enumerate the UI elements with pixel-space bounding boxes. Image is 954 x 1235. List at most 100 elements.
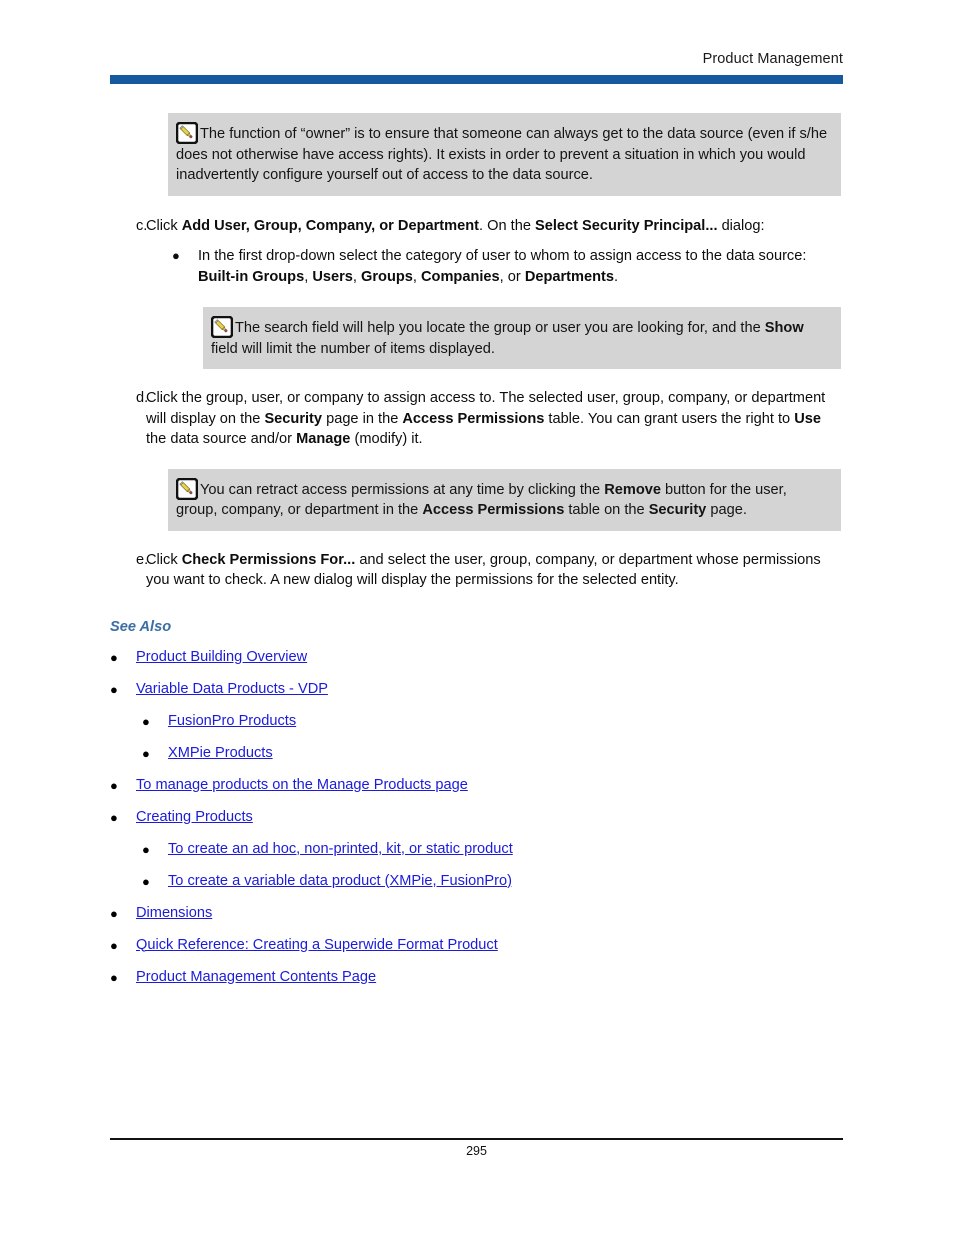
see-also-item[interactable]: ● Variable Data Products - VDP [110, 679, 843, 700]
see-also-item[interactable]: ● To create an ad hoc, non-printed, kit, … [142, 839, 843, 860]
page-number: 295 [466, 1143, 487, 1158]
see-also-link-wrapper: Creating Products [136, 807, 253, 827]
bullet-dot-icon: ● [110, 649, 118, 665]
bullet-dot-icon: ● [142, 841, 150, 857]
see-also-link[interactable]: To manage products on the Manage Product… [136, 777, 468, 793]
see-also-item[interactable]: ● Product Building Overview [110, 647, 843, 668]
see-also-link-wrapper: Quick Reference: Creating a Superwide Fo… [136, 935, 498, 955]
bullet-dot-icon: ● [110, 681, 118, 697]
procedure-bullet: ● In the first drop-down select the cate… [172, 246, 843, 287]
bullet-dot-icon: ● [142, 873, 150, 889]
body-text: table. You can grant users the right to [544, 410, 795, 427]
see-also-item[interactable]: ● Product Management Contents Page [110, 967, 843, 988]
body-text: dialog: [717, 217, 765, 234]
see-also-link[interactable]: Creating Products [136, 809, 253, 825]
body-text: Click [146, 551, 182, 568]
step-item-e: e. Click Check Permissions For... and se… [110, 550, 843, 591]
body-text: . On the [479, 217, 535, 234]
see-also-item[interactable]: ● To manage products on the Manage Produc… [110, 775, 843, 796]
body-text: The search field will help you locate th… [235, 320, 765, 336]
see-also-item[interactable]: ● Quick Reference: Creating a Superwide F… [110, 935, 843, 956]
emphasis-text: Users [312, 268, 353, 285]
body-text: page. [706, 502, 747, 518]
header-blue-rule [110, 75, 843, 84]
bullet-dot-icon: ● [110, 969, 118, 985]
emphasis-text: Manage [296, 431, 351, 447]
body-text: The function of “owner” is to ensure tha… [176, 126, 828, 183]
body-text: , [352, 268, 361, 285]
emphasis-text: Access Permissions [422, 502, 565, 518]
document-page: Product Management The function of “owne… [0, 0, 954, 1235]
see-also-link[interactable]: Variable Data Products - VDP [136, 681, 328, 697]
bullet-dot-icon: ● [172, 248, 180, 263]
see-also-item[interactable]: ● Creating Products [110, 807, 843, 828]
see-also-link-wrapper: Product Building Overview [136, 647, 307, 667]
see-also-link[interactable]: XMPie Products [168, 745, 273, 761]
see-also-item[interactable]: ● Dimensions [110, 903, 843, 924]
body-text: Click [146, 217, 182, 234]
see-also-link-wrapper: To create a variable data product (XMPie… [168, 871, 512, 891]
step-item-d: d. Click the group, user, or company to … [110, 388, 843, 450]
see-also-item[interactable]: ● FusionPro Products [142, 711, 843, 732]
see-also-link[interactable]: Product Management Contents Page [136, 969, 376, 985]
step-marker: d. [136, 390, 149, 406]
emphasis-text: Companies [421, 268, 500, 285]
page-header: Product Management [110, 50, 843, 84]
bullet-dot-icon: ● [110, 809, 118, 825]
bullet-dot-icon: ● [142, 745, 150, 761]
step-item-c: c. Click Add User, Group, Company, or De… [110, 216, 843, 237]
emphasis-text: Security [648, 502, 707, 518]
emphasis-text: Security [264, 410, 323, 427]
emphasis-text: Check Permissions For... [181, 551, 356, 568]
emphasis-text: Access Permissions [402, 410, 545, 427]
note-box-owner: The function of “owner” is to ensure tha… [168, 113, 841, 196]
emphasis-text: Add User, Group, Company, or Department [181, 217, 480, 234]
see-also-link-wrapper: To create an ad hoc, non-printed, kit, o… [168, 839, 513, 859]
see-also-link-wrapper: FusionPro Products [168, 711, 296, 731]
see-also-heading: See Also [110, 618, 172, 635]
see-also-link-wrapper: XMPie Products [168, 743, 273, 763]
body-text: the data source and/or [146, 431, 297, 447]
see-also-list: ● Product Building Overview ● Variable Data… [110, 647, 843, 988]
note-text: The function of “owner” is to ensure tha… [176, 126, 827, 183]
bullet-dot-icon: ● [142, 713, 150, 729]
step-marker: e. [136, 551, 149, 568]
body-text: . [614, 268, 619, 285]
body-text: , [412, 268, 421, 285]
see-also-link[interactable]: Dimensions [136, 905, 212, 921]
body-text: page in the [322, 410, 403, 427]
see-also-link[interactable]: To create a variable data product (XMPie… [168, 873, 512, 889]
see-also-link-wrapper: Variable Data Products - VDP [136, 679, 328, 699]
note-box-search-field: The search field will help you locate th… [203, 307, 841, 369]
bullet-dot-icon: ● [110, 905, 118, 921]
body-text: , or [499, 268, 525, 285]
pencil-note-icon [210, 315, 234, 339]
see-also-link-wrapper: Dimensions [136, 903, 212, 923]
emphasis-text: Groups [361, 268, 413, 285]
note-text: You can retract access permissions at an… [176, 482, 787, 519]
see-also-link[interactable]: FusionPro Products [168, 713, 296, 729]
see-also-link-wrapper: To manage products on the Manage Product… [136, 775, 468, 795]
see-also-item[interactable]: ● XMPie Products [142, 743, 843, 764]
emphasis-text: Departments [524, 268, 615, 285]
see-also-link[interactable]: To create an ad hoc, non-printed, kit, o… [168, 841, 513, 857]
see-also-link[interactable]: Product Building Overview [136, 649, 307, 665]
pencil-note-icon [175, 121, 199, 145]
body-text: You can retract access permissions at an… [200, 481, 605, 498]
emphasis-text: Select Security Principal... [535, 217, 718, 234]
pencil-note-icon [175, 477, 199, 500]
emphasis-text: Built-in Groups [198, 268, 305, 285]
emphasis-text: Use [794, 410, 822, 427]
bullet-dot-icon: ● [110, 937, 118, 953]
step-text: Click Add User, Group, Company, or Depar… [146, 216, 843, 237]
step-marker: c. [136, 217, 148, 234]
body-text: (modify) it. [350, 431, 423, 447]
emphasis-text: Show [764, 320, 804, 336]
footer-rule [110, 1138, 843, 1140]
bullet-dot-icon: ● [110, 777, 118, 793]
see-also-item[interactable]: ● To create a variable data product (XMPi… [142, 871, 843, 892]
step-text: Click Check Permissions For... and selec… [146, 550, 843, 591]
page-content: The function of “owner” is to ensure tha… [110, 108, 843, 988]
see-also-link[interactable]: Quick Reference: Creating a Superwide Fo… [136, 937, 498, 953]
page-footer: 295 [110, 1138, 843, 1158]
